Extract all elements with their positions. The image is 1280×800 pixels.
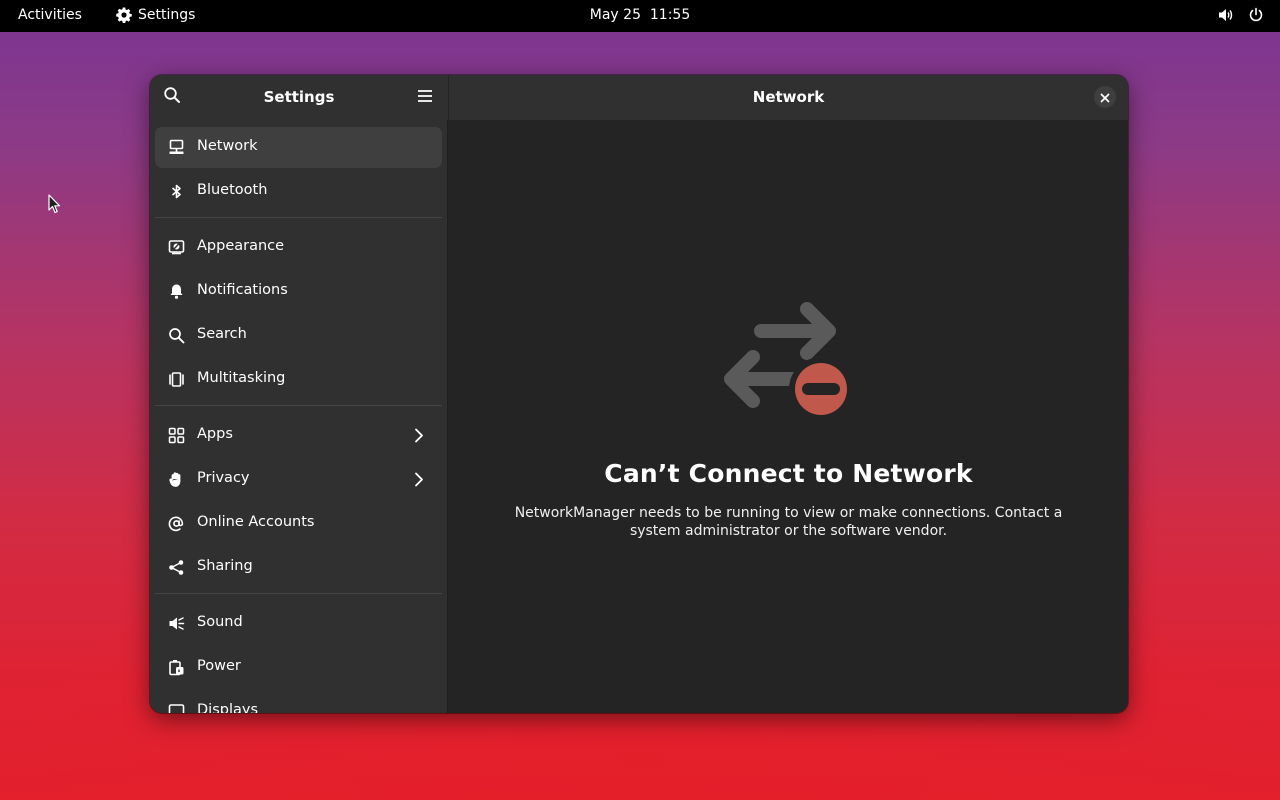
- sidebar-item-label: Online Accounts: [197, 514, 315, 530]
- sidebar-item-search[interactable]: Search: [155, 315, 442, 356]
- sidebar-item-online-accounts[interactable]: Online Accounts: [155, 503, 442, 544]
- battery-icon: [168, 659, 185, 676]
- sidebar-item-label: Multitasking: [197, 370, 286, 386]
- settings-window: Settings Network Bluetooth Appearance No…: [150, 75, 1128, 713]
- sidebar-item-network[interactable]: Network: [155, 127, 442, 168]
- close-icon: [1100, 88, 1110, 107]
- app-menu-label: Settings: [138, 7, 196, 23]
- share-icon: [168, 559, 185, 576]
- sidebar-item-label: Search: [197, 326, 247, 342]
- gear-icon: [116, 7, 132, 23]
- mouse-pointer-icon: [48, 194, 61, 214]
- bluetooth-icon: [168, 183, 185, 200]
- search-icon: [168, 327, 185, 344]
- chevron-right-icon: [412, 471, 426, 488]
- sidebar-item-apps[interactable]: Apps: [155, 415, 442, 456]
- sidebar-item-bluetooth[interactable]: Bluetooth: [155, 171, 442, 212]
- sidebar-item-notifications[interactable]: Notifications: [155, 271, 442, 312]
- clock[interactable]: May 25 11:55: [590, 7, 690, 23]
- sidebar-item-appearance[interactable]: Appearance: [155, 227, 442, 268]
- speaker-icon: [168, 615, 185, 632]
- content-pane: Network Can’t Connect to Network Network…: [449, 75, 1128, 713]
- sidebar-header: Settings: [150, 75, 448, 120]
- sidebar-item-multitasking[interactable]: Multitasking: [155, 359, 442, 400]
- display-icon: [168, 703, 185, 713]
- appearance-icon: [168, 239, 185, 256]
- status-title: Can’t Connect to Network: [604, 459, 973, 488]
- settings-nav-list: Network Bluetooth Appearance Notificatio…: [155, 127, 442, 713]
- sidebar-item-power[interactable]: Power: [155, 647, 442, 688]
- multitasking-icon: [168, 371, 185, 388]
- activities-button[interactable]: Activities: [18, 7, 82, 23]
- sidebar-item-label: Apps: [197, 426, 233, 442]
- sidebar-item-label: Appearance: [197, 238, 285, 254]
- app-menu[interactable]: Settings: [116, 7, 195, 23]
- content-header: Network: [449, 75, 1128, 120]
- sidebar-item-label: Bluetooth: [197, 182, 268, 198]
- separator: [155, 593, 442, 594]
- network-error-icon: [724, 302, 853, 421]
- chevron-right-icon: [412, 427, 426, 444]
- sidebar-title: Settings: [263, 88, 335, 106]
- system-status-area[interactable]: [1218, 7, 1264, 23]
- sidebar-item-label: Sharing: [197, 558, 253, 574]
- status-description: NetworkManager needs to be running to vi…: [514, 505, 1063, 539]
- volume-icon: [1218, 7, 1234, 23]
- network-wired-icon: [168, 139, 185, 156]
- sidebar-item-sound[interactable]: Sound: [155, 603, 442, 644]
- hand-icon: [168, 471, 185, 488]
- sidebar: Settings Network Bluetooth Appearance No…: [150, 75, 448, 713]
- separator: [155, 405, 442, 406]
- power-icon: [1248, 7, 1264, 23]
- page-title: Network: [752, 88, 825, 106]
- hamburger-menu-icon: [417, 88, 433, 107]
- at-icon: [168, 515, 185, 532]
- sidebar-item-displays[interactable]: Displays: [155, 691, 442, 713]
- main-menu-button[interactable]: [411, 83, 439, 111]
- top-bar: Activities Settings May 25 11:55: [0, 0, 1280, 32]
- sidebar-item-label: Sound: [197, 614, 243, 630]
- sidebar-item-label: Notifications: [197, 282, 288, 298]
- sidebar-item-label: Privacy: [197, 470, 250, 486]
- sidebar-item-label: Displays: [197, 702, 259, 713]
- apps-grid-icon: [168, 427, 185, 444]
- sidebar-item-sharing[interactable]: Sharing: [155, 547, 442, 588]
- sidebar-item-privacy[interactable]: Privacy: [155, 459, 442, 500]
- bell-icon: [168, 283, 185, 300]
- close-button[interactable]: [1094, 86, 1116, 108]
- separator: [155, 217, 442, 218]
- sidebar-item-label: Network: [197, 138, 258, 154]
- sidebar-item-label: Power: [197, 658, 241, 674]
